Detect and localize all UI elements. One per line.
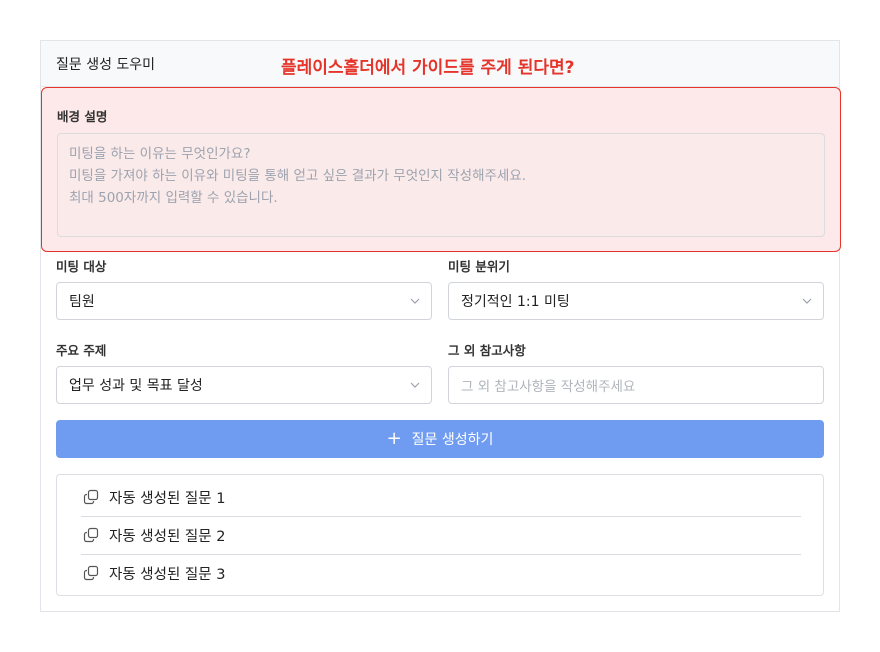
question-text: 자동 생성된 질문 3 — [109, 566, 226, 583]
plus-icon: + — [386, 428, 402, 449]
generate-button-label: 질문 생성하기 — [411, 432, 494, 448]
generate-questions-button[interactable]: + 질문 생성하기 — [56, 420, 824, 458]
question-text: 자동 생성된 질문 1 — [109, 490, 226, 507]
chevron-down-icon — [410, 298, 420, 304]
list-item[interactable]: 자동 생성된 질문 1 — [81, 478, 801, 516]
mood-select-value: 정기적인 1:1 미팅 — [461, 294, 570, 310]
copy-icon[interactable] — [83, 489, 99, 505]
target-label: 미팅 대상 — [56, 259, 107, 274]
background-label: 배경 설명 — [57, 109, 108, 124]
topic-label: 주요 주제 — [56, 343, 107, 358]
background-section-highlight: 배경 설명 미팅을 하는 이유는 무엇인가요? 미팅을 가져야 하는 이유와 미… — [41, 87, 841, 252]
notes-label: 그 외 참고사항 — [448, 343, 526, 358]
notes-input[interactable]: 그 외 참고사항을 작성해주세요 — [448, 366, 824, 404]
list-item[interactable]: 자동 생성된 질문 3 — [81, 554, 801, 592]
copy-icon[interactable] — [83, 565, 99, 581]
topic-select-value: 업무 성과 및 목표 달성 — [69, 378, 203, 394]
chevron-down-icon — [802, 298, 812, 304]
mood-select[interactable]: 정기적인 1:1 미팅 — [448, 282, 824, 320]
card-header: 질문 생성 도우미 플레이스홀더에서 가이드를 주게 된다면? — [41, 41, 839, 87]
background-textarea[interactable]: 미팅을 하는 이유는 무엇인가요? 미팅을 가져야 하는 이유와 미팅을 통해 … — [57, 133, 825, 237]
copy-icon[interactable] — [83, 527, 99, 543]
card-title: 질문 생성 도우미 — [56, 56, 156, 73]
question-text: 자동 생성된 질문 2 — [109, 528, 226, 545]
question-generator-card: 질문 생성 도우미 플레이스홀더에서 가이드를 주게 된다면? 배경 설명 미팅… — [40, 40, 841, 612]
target-select[interactable]: 팀원 — [56, 282, 432, 320]
topic-select[interactable]: 업무 성과 및 목표 달성 — [56, 366, 432, 404]
generated-questions-list: 자동 생성된 질문 1 자동 생성된 질문 2 자동 생성된 질문 3 — [56, 474, 824, 596]
target-select-value: 팀원 — [69, 294, 95, 310]
list-item[interactable]: 자동 생성된 질문 2 — [81, 516, 801, 554]
chevron-down-icon — [410, 382, 420, 388]
mood-label: 미팅 분위기 — [448, 259, 510, 274]
annotation-note: 플레이스홀더에서 가이드를 주게 된다면? — [281, 58, 575, 78]
